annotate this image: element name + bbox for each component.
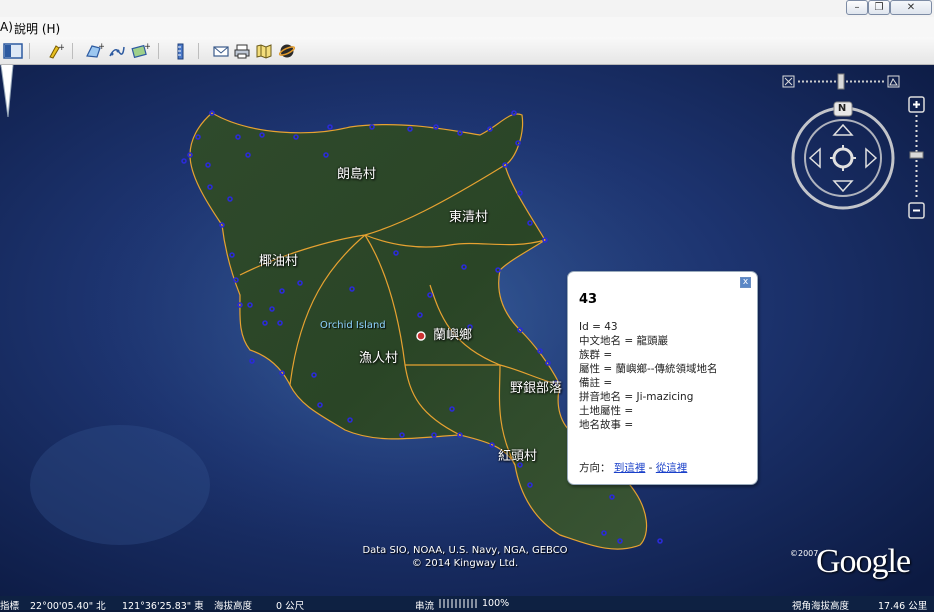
google-maps-icon[interactable] — [254, 42, 274, 60]
popup-line: 備註 = — [579, 377, 613, 389]
directions-separator: - — [645, 462, 656, 474]
menu-item-help[interactable]: 說明 (H) — [14, 20, 60, 37]
directions-to-here-link[interactable]: 到這裡 — [614, 462, 646, 474]
sky-planet-icon[interactable] — [277, 42, 297, 60]
popup-tail — [0, 65, 14, 117]
streaming-percent: 100% — [482, 598, 510, 609]
compass-north-label[interactable]: N — [833, 102, 851, 116]
popup-title: 43 — [579, 292, 598, 307]
village-label-yeyin: 野銀部落 — [510, 381, 563, 396]
email-icon[interactable] — [211, 42, 231, 60]
add-placemark-icon[interactable]: + — [44, 42, 64, 60]
popup-close-button[interactable]: x — [740, 277, 751, 288]
toolbar-separator — [29, 43, 30, 59]
township-label: 蘭嶼鄉 — [433, 328, 473, 343]
popup-line: 中文地名 = 龍頭巖 — [579, 335, 668, 347]
toolbar-separator — [158, 43, 159, 59]
directions-label: 方向： — [579, 462, 611, 474]
svg-text:+: + — [144, 42, 150, 52]
popup-line: 屬性 = 蘭嶼鄉--傳統領域地名 — [579, 363, 718, 375]
village-label-hongtou: 紅頭村 — [498, 449, 538, 464]
kingway-credit: © 2014 Kingway Ltd. — [411, 558, 519, 569]
window-title-bar: – ❐ ✕ — [0, 0, 934, 17]
popup-line: 地名故事 = — [579, 419, 634, 431]
navigation-compass[interactable] — [790, 101, 896, 215]
village-label-langdao: 朗島村 — [337, 167, 377, 182]
print-icon[interactable] — [232, 42, 252, 60]
add-path-icon[interactable] — [107, 42, 127, 60]
menu-bar: A) 說明 (H) — [0, 17, 934, 37]
google-logo: Google — [816, 543, 911, 580]
restore-button[interactable]: ❐ — [868, 0, 890, 15]
map-viewport[interactable]: 朗島村 東清村 椰油村 漁人村 野銀部落 紅頭村 蘭嶼鄉 Orchid Isla… — [0, 65, 934, 596]
toolbar-separator — [72, 43, 73, 59]
popup-body: Id = 43 中文地名 = 龍頭巖 族群 = 屬性 = 蘭嶼鄉--傳統領域地名… — [579, 320, 744, 432]
google-copyright-year: ©2007 — [790, 549, 819, 558]
streaming-progress-bar — [439, 599, 477, 608]
directions-from-here-link[interactable]: 從這裡 — [656, 462, 688, 474]
village-label-yeyou: 椰油村 — [259, 254, 299, 269]
minimize-button[interactable]: – — [846, 0, 868, 15]
village-label-dongqing: 東清村 — [449, 210, 489, 225]
popup-line: 土地屬性 = — [579, 405, 634, 417]
add-polygon-icon[interactable]: + — [84, 42, 104, 60]
data-credit: Data SIO, NOAA, U.S. Navy, NGA, GEBCO — [362, 545, 568, 556]
popup-directions: 方向： 到這裡 - 從這裡 — [579, 460, 687, 475]
ruler-icon[interactable] — [170, 42, 190, 60]
orchid-island-label: Orchid Island — [320, 320, 386, 331]
toolbar: + + + — [0, 37, 934, 65]
svg-text:+: + — [58, 43, 64, 53]
popup-line: 族群 = — [579, 349, 613, 361]
popup-line: Id = 43 — [579, 321, 618, 333]
status-bar: 指標 22°00'05.40" 北 121°36'25.83" 東 海拔高度 0… — [0, 596, 934, 612]
zoom-slider[interactable] — [907, 95, 927, 221]
popup-line: 拼音地名 = Ji-mazicing — [579, 391, 694, 403]
village-label-yuren: 漁人村 — [359, 351, 399, 366]
selected-placemark[interactable] — [416, 331, 426, 341]
close-button[interactable]: ✕ — [890, 0, 932, 15]
menu-item-tools[interactable]: A) — [0, 20, 13, 34]
look-slider[interactable] — [780, 71, 904, 95]
svg-text:+: + — [98, 42, 104, 52]
info-balloon: x 43 Id = 43 中文地名 = 龍頭巖 族群 = 屬性 = 蘭嶼鄉--傳… — [567, 271, 758, 485]
sidebar-toggle-icon[interactable] — [3, 42, 23, 60]
add-image-overlay-icon[interactable]: + — [130, 42, 150, 60]
toolbar-separator — [198, 43, 199, 59]
